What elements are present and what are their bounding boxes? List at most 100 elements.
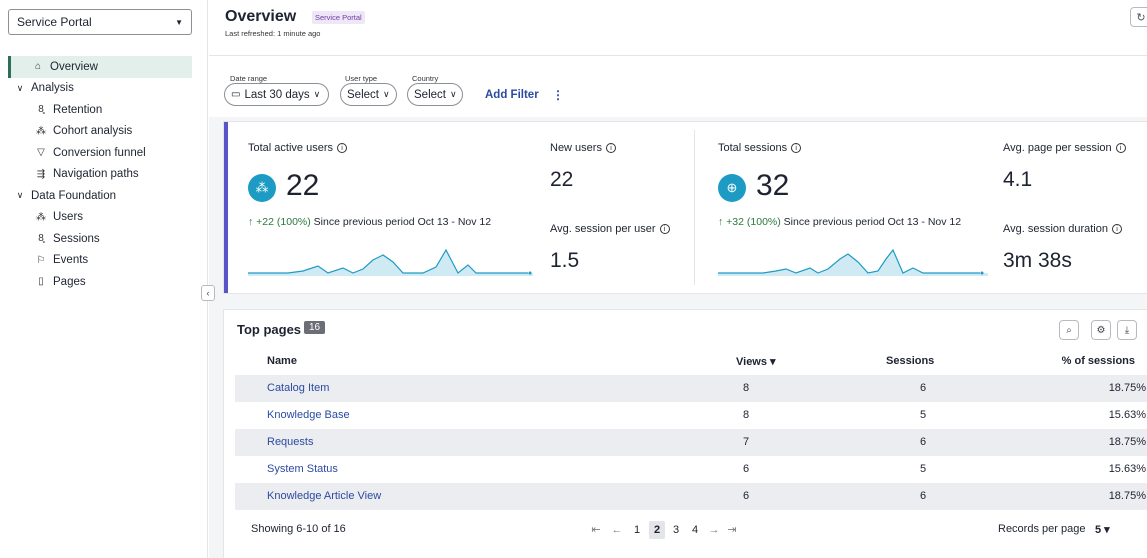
sidebar-item-label: Sessions [53,232,100,245]
sidebar-item-pages[interactable]: ▯ Pages [8,271,192,293]
download-icon: ⤓ [1124,324,1130,336]
metrics-divider [694,130,695,285]
metric-label-text: New users [550,142,602,154]
sessions-cell: 6 [920,436,927,448]
user-type-select[interactable]: Select ∨ [340,83,397,106]
page-name-link[interactable]: Knowledge Article View [267,490,381,502]
pct-cell: 15.63% [1108,463,1146,475]
flag-icon: ⚐ [36,254,46,266]
chevron-down-icon: ∨ [382,89,390,99]
settings-button[interactable]: ⚙ [1091,320,1111,340]
page-button-3[interactable]: 3 [668,521,684,539]
sessions-cell: 5 [920,409,927,421]
column-header-views[interactable]: Views ▾ [736,355,776,368]
next-page-icon[interactable]: → [706,521,722,539]
sidebar-item-label: Cohort analysis [53,125,133,138]
info-icon[interactable]: i [336,143,347,154]
sidebar-item-label: Navigation paths [53,168,139,181]
home-icon: ⌂ [34,61,42,73]
pct-cell: 18.75% [1108,490,1146,502]
sessions-cell: 5 [920,463,927,475]
sidebar-item-data-foundation[interactable]: ∨ Data Foundation [8,185,192,207]
portal-select-value: Service Portal [17,15,92,29]
avg-page-per-session-value: 4.1 [1003,168,1033,191]
table-row: System Status 6 5 15.63% [235,456,1147,483]
filter-bar: Date range ▭ Last 30 days ∨ User type Se… [209,57,1147,117]
portal-select[interactable]: Service Portal ▼ [8,9,192,35]
page-button-4[interactable]: 4 [687,521,703,539]
sessions-icon: 8̥ [38,233,44,245]
info-icon[interactable]: i [1111,224,1122,235]
sparkline-area [718,250,988,276]
delta-up-text: ↑ +32 (100%) [718,216,781,228]
total-active-users-label: Total active users i [248,142,347,154]
sidebar-item-events[interactable]: ⚐ Events [8,250,192,272]
sidebar-item-label: Retention [53,103,103,116]
sidebar-item-overview[interactable]: ⌂ Overview [8,56,192,78]
sidebar-item-retention[interactable]: 8̥ Retention [8,99,192,121]
page-title: Overview [225,8,297,25]
views-cell: 7 [743,436,750,448]
date-range-select[interactable]: ▭ Last 30 days ∨ [224,83,329,106]
search-button[interactable]: ⌕ [1059,320,1079,340]
new-users-value: 22 [550,168,574,191]
page-name-link[interactable]: Catalog Item [267,382,329,394]
avg-session-per-user-value: 1.5 [550,249,580,272]
total-sessions-delta: ↑ +32 (100%) Since previous period Oct 1… [718,216,961,228]
sidebar-item-sessions[interactable]: 8̥ Sessions [8,228,192,250]
new-users-label: New users i [550,142,616,154]
download-button[interactable]: ⤓ [1117,320,1137,340]
date-range-label: Date range [230,74,268,83]
info-icon[interactable]: i [791,143,802,154]
page-button-2[interactable]: 2 [649,521,665,539]
date-range-value: Last 30 days [244,88,310,101]
last-page-icon[interactable]: ⇥ [724,521,740,539]
metrics-card: Total active users i ⁂ 22 ↑ +22 (100%) Si… [224,122,1147,293]
total-sessions-value: 32 [756,169,790,202]
collapse-sidebar-button[interactable]: ‹ [201,285,215,301]
sidebar-item-label: Overview [50,60,98,73]
total-sessions-label: Total sessions i [718,142,802,154]
caret-down-icon: ▼ [175,17,183,27]
sidebar-item-navigation-paths[interactable]: ⇶ Navigation paths [8,164,192,186]
sidebar-item-label: Data Foundation [31,189,117,202]
views-cell: 6 [743,463,750,475]
prev-page-icon[interactable]: ← [609,521,625,539]
add-filter-button[interactable]: Add Filter [485,89,539,101]
sidebar-item-analysis[interactable]: ∨ Analysis [8,78,192,100]
portal-badge: Service Portal [312,11,365,24]
sidebar-item-label: Events [53,254,89,267]
sidebar-item-cohort-analysis[interactable]: ⁂ Cohort analysis [8,121,192,143]
main-content: Overview Service Portal Last refreshed: … [209,0,1147,558]
globe-icon: ⊕ [718,174,746,202]
avg-session-duration-label: Avg. session duration i [1003,223,1122,235]
sidebar-item-label: Analysis [31,82,74,95]
column-header-pct-sessions[interactable]: % of sessions [1062,355,1135,367]
country-select[interactable]: Select ∨ [407,83,463,106]
info-icon[interactable]: i [1115,143,1126,154]
first-page-icon[interactable]: ⇤ [588,521,604,539]
country-value: Select [414,88,446,101]
column-header-sessions[interactable]: Sessions [886,355,934,367]
page-button-1[interactable]: 1 [629,521,645,539]
chevron-down-icon: ∨ [313,89,321,99]
info-icon[interactable]: i [659,224,670,235]
pct-cell: 15.63% [1108,409,1146,421]
refresh-icon: ↻ [1136,11,1146,24]
page-name-link[interactable]: Knowledge Base [267,409,350,421]
page-name-link[interactable]: System Status [267,463,338,475]
sidebar-item-label: Users [53,211,84,224]
page-name-link[interactable]: Requests [267,436,313,448]
column-header-name[interactable]: Name [267,355,297,367]
info-icon[interactable]: i [605,143,616,154]
more-options-icon[interactable]: ⋮ [552,88,564,102]
sidebar-item-conversion-funnel[interactable]: ▽ Conversion funnel [8,142,192,164]
refresh-button[interactable]: ↻ [1130,7,1147,27]
delta-up-text: ↑ +22 (100%) [248,216,311,228]
sparkline-endpoint [528,271,532,275]
calendar-icon: ▭ [231,89,241,100]
records-per-page-select[interactable]: 5 ▾ [1095,523,1110,536]
pct-cell: 18.75% [1108,382,1146,394]
total-active-users-delta: ↑ +22 (100%) Since previous period Oct 1… [248,216,491,228]
sidebar-item-users[interactable]: ⁂ Users [8,207,192,229]
